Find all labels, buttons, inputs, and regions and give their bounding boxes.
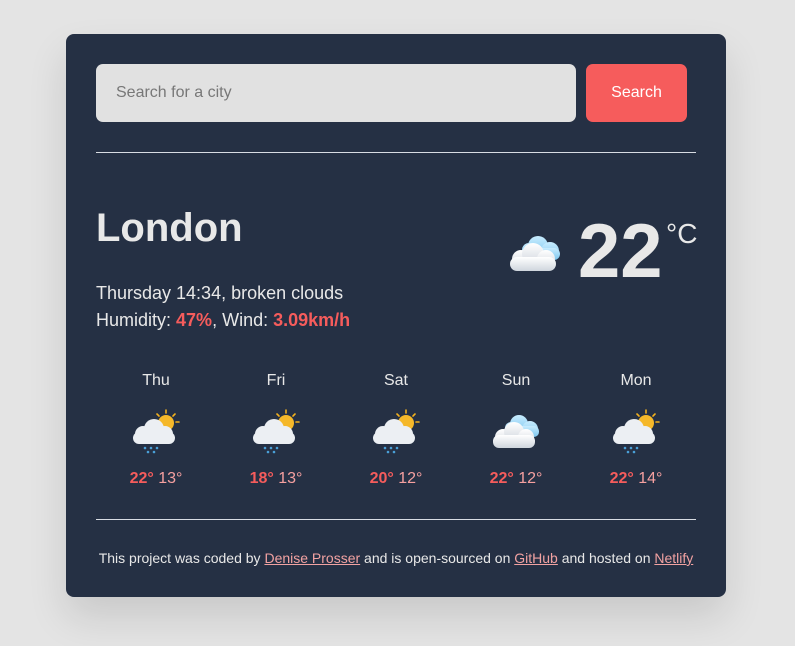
netlify-link[interactable]: Netlify	[654, 550, 693, 566]
current-temperature: 22 °C	[506, 210, 698, 294]
forecast-max: 18°	[249, 470, 274, 487]
footer-text-2: and is open-sourced on	[364, 550, 511, 566]
top-divider	[96, 152, 696, 153]
date-description-line: Thursday 14:34, broken clouds	[96, 283, 344, 303]
temperature-value: 22	[578, 209, 663, 294]
forecast-day-name: Fri	[266, 372, 286, 389]
forecast-day: Sun 22° 12°	[456, 370, 576, 490]
forecast-max: 22°	[129, 470, 154, 487]
forecast: Thu 22° 13° Fri 18° 13° Sat 20° 12° Sun …	[96, 370, 696, 500]
temperature-unit: °C	[666, 218, 698, 249]
wind-label: Wind:	[222, 310, 269, 330]
forecast-max: 22°	[489, 470, 514, 487]
forecast-temps: 22° 12°	[456, 468, 576, 490]
weather-description: broken clouds	[231, 283, 344, 303]
forecast-min: 13°	[278, 470, 303, 487]
wind-value: 3.09km/h	[273, 310, 351, 330]
forecast-day: Sat 20° 12°	[336, 370, 456, 490]
forecast-day-name: Sun	[501, 372, 531, 389]
humidity-wind-line: Humidity: 47%, Wind: 3.09km/h	[96, 310, 351, 330]
weather-details: Thursday 14:34, broken clouds Humidity: …	[96, 280, 350, 334]
humidity-label: Humidity:	[96, 310, 172, 330]
forecast-day: Thu 22° 13°	[96, 370, 216, 490]
cloudy-icon	[510, 236, 560, 271]
forecast-day: Mon 22° 14°	[576, 370, 696, 490]
search-button[interactable]: Search	[586, 64, 687, 122]
sun-rain-cloud-icon	[133, 409, 180, 454]
humidity-value: 47%	[176, 310, 213, 330]
author-link[interactable]: Denise Prosser	[264, 550, 360, 566]
cloudy-icon	[493, 415, 539, 448]
forecast-temps: 22° 14°	[576, 468, 696, 490]
bottom-divider	[96, 519, 696, 520]
day-time: Thursday 14:34	[96, 283, 222, 303]
city-name: London	[96, 206, 243, 250]
sun-rain-cloud-icon	[373, 409, 420, 454]
sun-rain-cloud-icon	[253, 409, 300, 454]
forecast-temps: 22° 13°	[96, 468, 216, 490]
search-input[interactable]	[96, 64, 576, 122]
github-link[interactable]: GitHub	[514, 550, 558, 566]
forecast-temps: 18° 13°	[216, 468, 336, 490]
forecast-min: 14°	[638, 470, 663, 487]
forecast-day-name: Sat	[383, 372, 408, 389]
weather-card: Search London Thursday 14:34, broken clo…	[66, 34, 726, 597]
footer: This project was coded by Denise Prosser…	[66, 549, 726, 567]
forecast-min: 12°	[518, 470, 543, 487]
forecast-max: 20°	[369, 470, 394, 487]
search-form: Search	[96, 64, 687, 122]
forecast-max: 22°	[609, 470, 634, 487]
forecast-min: 13°	[158, 470, 183, 487]
sun-rain-cloud-icon	[613, 409, 660, 454]
footer-text-1: This project was coded by	[98, 550, 261, 566]
forecast-temps: 20° 12°	[336, 468, 456, 490]
forecast-day-name: Thu	[142, 372, 170, 389]
forecast-min: 12°	[398, 470, 423, 487]
forecast-day-name: Mon	[620, 372, 652, 389]
footer-text-3: and hosted on	[561, 550, 651, 566]
forecast-day: Fri 18° 13°	[216, 370, 336, 490]
